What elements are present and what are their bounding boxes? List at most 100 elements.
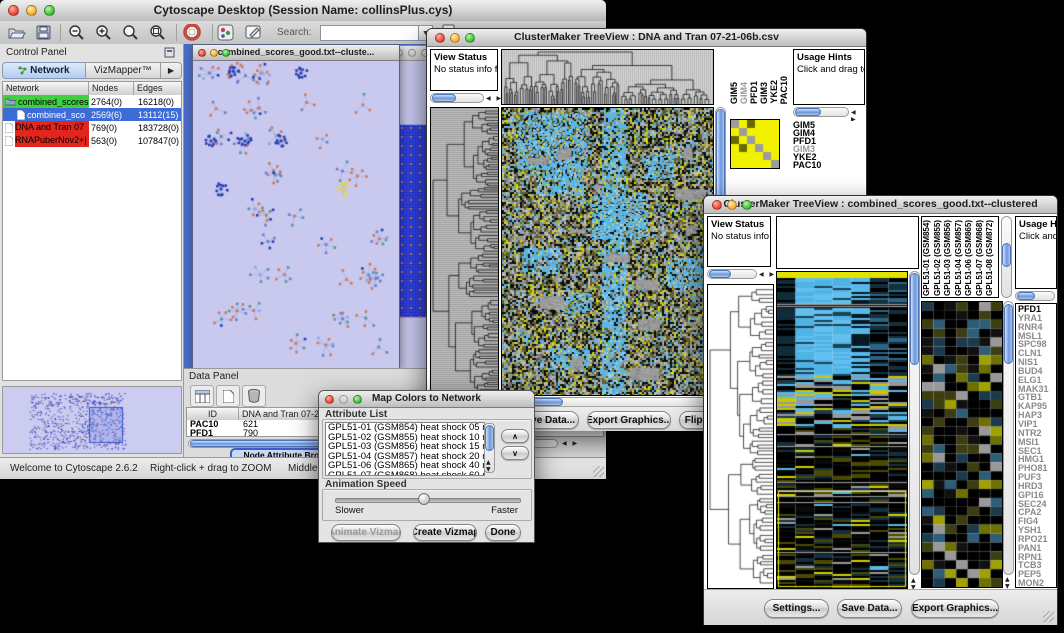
- window-controls: [8, 5, 55, 16]
- open-folder-icon[interactable]: [8, 25, 26, 41]
- document-icon: [17, 110, 25, 120]
- scrollbar-arrows[interactable]: ▲▼: [1005, 576, 1010, 590]
- column-header-nodes[interactable]: Nodes: [89, 82, 134, 95]
- zoom-heatmap-pane[interactable]: [921, 301, 1003, 588]
- overview-canvas[interactable]: [3, 387, 181, 453]
- minimize-button[interactable]: [339, 395, 348, 404]
- close-button[interactable]: [198, 49, 206, 57]
- resize-grip[interactable]: [1043, 611, 1054, 622]
- zoom-button[interactable]: [44, 5, 55, 16]
- zoom-out-icon[interactable]: [68, 24, 86, 41]
- minimize-button[interactable]: [408, 49, 416, 57]
- tab-network[interactable]: Network: [2, 62, 86, 79]
- gene-label[interactable]: MON2: [1018, 579, 1056, 588]
- tab-vizmapper[interactable]: VizMapper™: [86, 62, 161, 79]
- create-vizmap-button[interactable]: Create Vizmap: [413, 524, 477, 541]
- network-graph-canvas[interactable]: [193, 61, 399, 368]
- toolbar-separator: [176, 24, 177, 41]
- zoom-vscrollbar[interactable]: [1003, 301, 1014, 575]
- scrollbar-arrows[interactable]: ▲▼: [486, 459, 491, 473]
- view-status-hscrollbar[interactable]: [707, 269, 757, 279]
- minimize-button[interactable]: [727, 200, 737, 210]
- zoom-matrix-pane[interactable]: [730, 119, 780, 169]
- select-attributes-icon[interactable]: [190, 385, 214, 407]
- close-button[interactable]: [435, 33, 445, 43]
- control-panel-tabs: Network VizMapper™ ▶: [2, 62, 182, 79]
- speed-slider-thumb[interactable]: [418, 493, 430, 505]
- scrollbar-arrows[interactable]: ◀ ▶: [759, 271, 776, 278]
- dialog-titlebar[interactable]: Map Colors to Network: [319, 391, 534, 408]
- zoom-in-icon[interactable]: [95, 24, 113, 41]
- minimize-button[interactable]: [26, 5, 37, 16]
- zoom-fit-icon[interactable]: [122, 24, 140, 41]
- document-icon: [5, 136, 13, 146]
- view-status-hscrollbar[interactable]: [430, 93, 484, 103]
- network-window-titlebar[interactable]: combined_scores_good.txt--cluste...: [193, 45, 399, 61]
- main-titlebar[interactable]: Cytoscape Desktop (Session Name: collins…: [0, 0, 606, 22]
- status-zoom-hint: Right-click + drag to ZOOM: [150, 463, 271, 474]
- column-header-edges[interactable]: Edges: [134, 82, 181, 95]
- save-icon[interactable]: [36, 25, 52, 41]
- usage-hints-hscrollbar[interactable]: [793, 107, 849, 117]
- column-dendrogram-pane[interactable]: [501, 49, 714, 105]
- treeview-combined-title: ClusterMaker TreeView : combined_scores_…: [704, 196, 1057, 213]
- control-panel: Control Panel Network VizMapper™ ▶ Netwo…: [0, 44, 184, 457]
- column-header-network[interactable]: Network: [3, 82, 89, 95]
- float-panel-icon[interactable]: [164, 47, 175, 58]
- view-status-box: View Status No status info f: [707, 216, 771, 267]
- zoom-button[interactable]: [353, 395, 362, 404]
- minimize-button[interactable]: [210, 49, 218, 57]
- gene-column-label[interactable]: PAC10: [780, 76, 790, 104]
- gene-row-label[interactable]: PAC10: [793, 161, 863, 169]
- view-status-box: View Status No status info f: [430, 49, 498, 91]
- resize-grip[interactable]: [593, 466, 604, 477]
- network-tree-row[interactable]: RNAPuberNov2+| 563(0) 107847(0): [3, 134, 181, 147]
- attribute-item[interactable]: GPL51-07 (GSM868) heat shock 60 min: [326, 471, 484, 477]
- toolbar-separator: [60, 24, 61, 41]
- global-heatmap-pane[interactable]: [776, 271, 908, 589]
- network-tree-row[interactable]: combined_scores 2764(0) 16218(0): [3, 95, 181, 108]
- vizmapper-icon[interactable]: [217, 24, 234, 41]
- heatmap-vscrollbar[interactable]: [909, 271, 920, 575]
- usage-hints-hscrollbar[interactable]: [1015, 291, 1055, 301]
- network-tree-row[interactable]: DNA and Tran 07 769(0) 183728(0): [3, 121, 181, 134]
- animate-vizmap-button[interactable]: Animate Vizmap: [331, 524, 401, 541]
- array-column-label[interactable]: GPL51-01 (GSM854): [923, 220, 934, 296]
- control-panel-title: Control Panel: [6, 47, 67, 58]
- zoom-button[interactable]: [222, 49, 230, 57]
- close-button[interactable]: [712, 200, 722, 210]
- close-button[interactable]: [325, 395, 334, 404]
- help-lifesaver-icon[interactable]: [183, 24, 201, 41]
- export-graphics-button[interactable]: Export Graphics...: [587, 411, 671, 429]
- close-button[interactable]: [8, 5, 19, 16]
- done-button[interactable]: Done: [485, 524, 521, 541]
- new-attribute-icon[interactable]: [216, 385, 240, 407]
- network-overview-panel[interactable]: [2, 386, 182, 454]
- zoom-button[interactable]: [465, 33, 475, 43]
- delete-attribute-icon[interactable]: [242, 385, 266, 407]
- row-dendrogram-pane[interactable]: [430, 107, 499, 396]
- move-up-button[interactable]: ∧: [501, 429, 529, 443]
- network-tree-table: Network Nodes Edges combined_scores 2764…: [2, 81, 182, 381]
- minimize-button[interactable]: [450, 33, 460, 43]
- column-labels-vscrollbar[interactable]: [1001, 216, 1012, 298]
- scrollbar-arrows[interactable]: ◀ ▶: [562, 440, 579, 447]
- move-down-button[interactable]: ∨: [501, 446, 529, 460]
- annotation-icon[interactable]: [245, 24, 263, 41]
- zoom-selected-icon[interactable]: [149, 24, 167, 41]
- column-tree-pane: [776, 216, 919, 269]
- search-input[interactable]: [320, 25, 420, 41]
- network-view-window: combined_scores_good.txt--cluste...: [192, 44, 400, 368]
- save-data-button[interactable]: Save Data...: [837, 599, 902, 618]
- array-column-label[interactable]: GPL51-08 (GSM872): [986, 220, 997, 296]
- tabs-overflow-button[interactable]: ▶: [161, 62, 182, 79]
- treeview-combined-titlebar[interactable]: ClusterMaker TreeView : combined_scores_…: [704, 196, 1057, 214]
- row-dendrogram-pane[interactable]: [707, 284, 774, 589]
- export-graphics-button[interactable]: Export Graphics...: [911, 599, 999, 618]
- network-tree-row-selected[interactable]: combined_sco 2569(6) 13112(15): [3, 108, 181, 121]
- network-tab-icon: [18, 66, 27, 75]
- global-heatmap-pane[interactable]: [501, 107, 714, 396]
- settings-button[interactable]: Settings...: [764, 599, 829, 618]
- treeview-dna-titlebar[interactable]: ClusterMaker TreeView : DNA and Tran 07-…: [427, 29, 866, 47]
- zoom-button[interactable]: [742, 200, 752, 210]
